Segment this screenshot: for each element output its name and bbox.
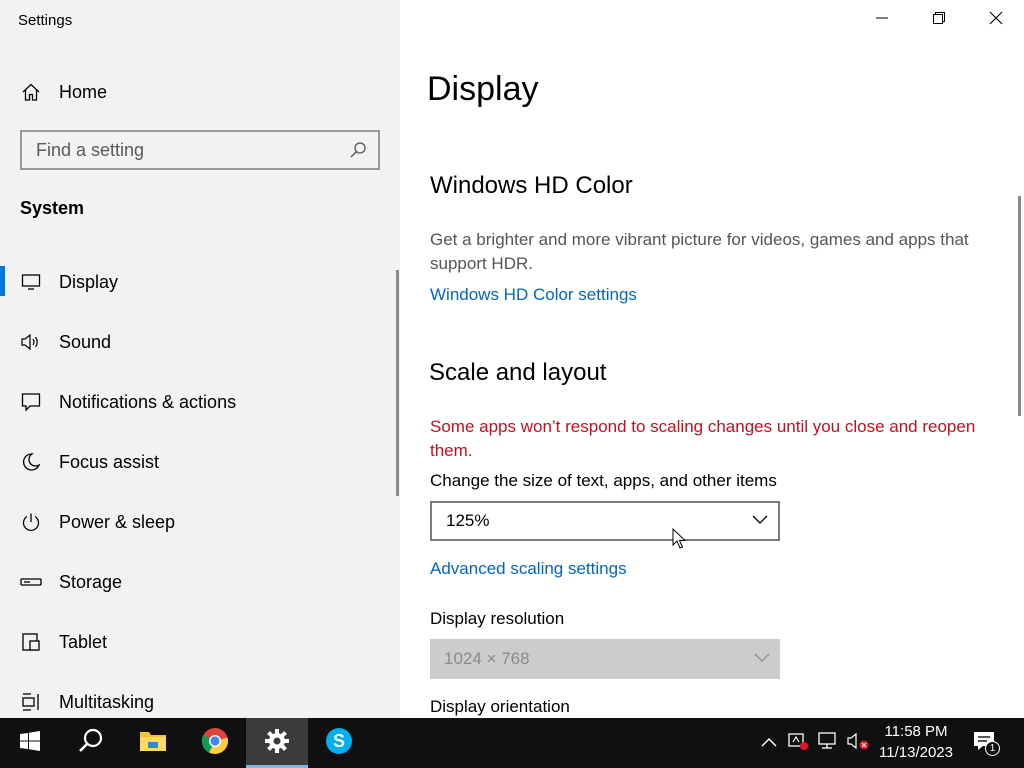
sidebar-item-label: Sound <box>59 331 112 352</box>
sidebar: Settings Home System Display Sound <box>0 0 400 718</box>
multitasking-icon <box>20 691 42 713</box>
sidebar-item-focus-assist[interactable]: Focus assist <box>0 432 400 492</box>
monitor-icon <box>20 271 42 293</box>
notification-icon: 1 <box>972 730 1000 756</box>
tray-volume-button[interactable] <box>844 718 872 768</box>
orientation-label: Display orientation <box>430 697 570 716</box>
home-nav-item[interactable]: Home <box>0 72 400 112</box>
resolution-label: Display resolution <box>430 609 565 628</box>
action-center-button[interactable]: 1 <box>964 718 1008 768</box>
sidebar-item-multitasking[interactable]: Multitasking <box>0 672 400 718</box>
chrome-icon <box>201 727 229 760</box>
sidebar-scrollbar[interactable] <box>396 270 399 496</box>
moon-icon <box>20 451 42 473</box>
storage-icon <box>20 571 42 593</box>
file-explorer-button[interactable] <box>122 718 184 768</box>
chevron-down-icon <box>754 650 770 668</box>
nav-list: Display Sound Notifications & actions Fo… <box>0 252 400 718</box>
settings-taskbar-button[interactable] <box>246 718 308 768</box>
speaker-icon <box>20 331 42 353</box>
sidebar-item-notifications[interactable]: Notifications & actions <box>0 372 400 432</box>
sidebar-item-tablet[interactable]: Tablet <box>0 612 400 672</box>
show-hidden-icons-button[interactable] <box>756 718 782 768</box>
mouse-cursor <box>672 527 687 555</box>
app-title: Settings <box>18 12 73 29</box>
scale-value: 125% <box>446 511 490 530</box>
taskbar-search-button[interactable] <box>60 718 122 768</box>
search-input[interactable] <box>36 139 348 161</box>
size-label: Change the size of text, apps, and other… <box>430 471 777 490</box>
search-box[interactable] <box>20 130 380 170</box>
volume-muted-icon <box>846 731 870 756</box>
sidebar-item-display[interactable]: Display <box>0 252 400 312</box>
sidebar-item-label: Tablet <box>59 631 108 652</box>
advanced-scaling-link[interactable]: Advanced scaling settings <box>430 559 627 579</box>
section-title: System <box>20 198 85 218</box>
clock-date: 11/13/2023 <box>879 744 953 761</box>
sidebar-item-label: Storage <box>59 571 123 592</box>
sidebar-item-label: Display <box>59 271 119 292</box>
sidebar-item-label: Focus assist <box>59 451 160 472</box>
search-icon <box>78 728 104 759</box>
scale-dropdown[interactable]: 125% <box>430 501 780 541</box>
search-icon[interactable] <box>348 140 368 160</box>
sidebar-item-sound[interactable]: Sound <box>0 312 400 372</box>
sidebar-item-storage[interactable]: Storage <box>0 552 400 612</box>
security-alert-icon <box>787 731 809 756</box>
folder-icon <box>139 729 167 758</box>
gear-icon <box>264 728 290 759</box>
taskbar-clock[interactable]: 11:58 PM 11/13/2023 <box>872 721 960 763</box>
hd-color-settings-link[interactable]: Windows HD Color settings <box>430 285 637 305</box>
home-icon <box>20 81 42 103</box>
scaling-warning: Some apps won’t respond to scaling chang… <box>430 417 976 460</box>
sidebar-item-label: Multitasking <box>59 691 155 712</box>
chevron-down-icon <box>752 512 768 530</box>
svg-text:S: S <box>333 731 345 751</box>
sidebar-item-label: Notifications & actions <box>59 391 237 412</box>
start-button[interactable] <box>0 718 60 768</box>
chrome-button[interactable] <box>184 718 246 768</box>
network-icon <box>817 731 839 756</box>
clock-time: 11:58 PM <box>884 723 948 740</box>
tray-security-button[interactable] <box>784 718 812 768</box>
sidebar-item-label: Power & sleep <box>59 511 176 532</box>
hd-color-heading: Windows HD Color <box>430 172 633 199</box>
sidebar-item-power-sleep[interactable]: Power & sleep <box>0 492 400 552</box>
skype-button[interactable]: S <box>308 718 370 768</box>
page-title: Display <box>427 70 539 108</box>
main-scrollbar[interactable] <box>1018 196 1021 416</box>
windows-logo-icon <box>20 730 40 756</box>
notification-icon <box>20 391 42 413</box>
resolution-dropdown: 1024 × 768 <box>430 639 780 679</box>
notification-count-badge: 1 <box>985 741 1000 756</box>
power-icon <box>20 511 42 533</box>
tray-network-button[interactable] <box>814 718 842 768</box>
home-label: Home <box>59 81 108 102</box>
main-content: Display Windows HD Color Get a brighter … <box>400 0 1024 718</box>
skype-icon: S <box>325 727 353 760</box>
tablet-icon <box>20 631 42 653</box>
hd-color-description: Get a brighter and more vibrant picture … <box>430 230 969 273</box>
scale-layout-heading: Scale and layout <box>429 359 607 386</box>
taskbar: S 11:58 PM 11/13/2023 1 <box>0 718 1024 768</box>
resolution-value: 1024 × 768 <box>444 649 530 668</box>
chevron-up-icon <box>761 734 777 752</box>
